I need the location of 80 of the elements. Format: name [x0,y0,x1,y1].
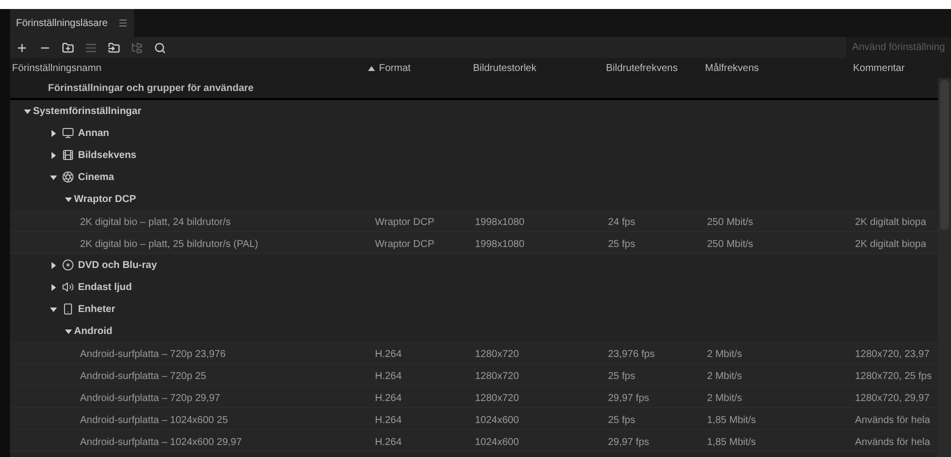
table-cell: H.264 [375,414,402,426]
column-header[interactable]: Målfrekvens [705,60,759,76]
table-cell: Används för hela [855,436,930,448]
table-cell: 1024x600 [475,414,519,426]
table-cell: 2K digitalt biopa [855,238,926,250]
table-cell: 1280x720, 25 fps [855,370,932,382]
folder-label[interactable]: Annan [78,126,110,140]
table-cell: 1280x720, 29,97 [855,392,930,404]
expanded-arrow-icon[interactable] [24,108,31,114]
group-label[interactable]: Förinställningar och grupper för användare [10,80,254,96]
preset-name[interactable]: Android-surfplatta – 720p 23,976 [80,348,226,360]
folder-label[interactable]: DVD och Blu-ray [78,258,157,272]
expanded-arrow-icon[interactable] [65,196,72,202]
new-folder-icon[interactable] [62,42,74,54]
table-cell: H.264 [375,370,402,382]
menu-icon[interactable] [118,18,128,28]
table-cell: Används för hela [855,414,930,426]
table-cell: 1024x600 [475,436,519,448]
folder-label[interactable]: Enheter [78,302,116,316]
preset-name[interactable]: Android-surfplatta – 720p 25 [80,370,206,382]
table-cell: 2 Mbit/s [707,348,742,360]
table-cell: Wraptor DCP [375,238,434,250]
table-cell: 23,976 fps [608,348,655,360]
expanded-arrow-icon[interactable] [50,306,57,312]
monitor-icon [62,127,74,139]
table-cell: 1280x720, 23,97 [855,348,930,360]
table-cell: 25 fps [608,238,636,250]
table-cell: 29,97 fps [608,392,650,404]
table-cell: 1280x720 [475,348,519,360]
table-cell: 2 Mbit/s [707,370,742,382]
preset-name[interactable]: Android-surfplatta – 1024x600 29,97 [80,436,242,448]
table-cell: 1998x1080 [475,238,524,250]
search-icon[interactable] [154,42,166,54]
table-cell: 2 Mbit/s [707,392,742,404]
table-cell: 1,85 Mbit/s [707,414,756,426]
panel-tab[interactable]: Förinställningsläsare [10,9,134,37]
phone-icon [62,303,74,315]
column-header[interactable]: Förinställningsnamn [12,60,102,76]
aperture-icon [62,171,74,183]
preset-name[interactable]: 2K digital bio – platt, 24 bildrutor/s [80,216,231,228]
folder-label[interactable]: Cinema [78,170,114,184]
table-cell: 1998x1080 [475,216,524,228]
table-cell: 25 fps [608,414,636,426]
table-cell: 2K digitalt biopa [855,216,926,228]
table-cell: Wraptor DCP [375,216,434,228]
column-header[interactable]: Format [379,60,411,76]
expanded-arrow-icon[interactable] [50,174,57,180]
film-icon [62,149,74,161]
expanded-arrow-icon[interactable] [65,328,72,334]
table-cell: 1,85 Mbit/s [707,436,756,448]
column-header[interactable]: Kommentar [853,60,905,76]
collapsed-arrow-icon[interactable] [50,262,57,268]
preset-name[interactable]: 2K digital bio – platt, 25 bildrutor/s (PAL) [80,238,258,250]
preset-name[interactable]: Android-surfplatta – 720p 29,97 [80,392,220,404]
folder-import-icon[interactable] [108,42,120,54]
folder-label[interactable]: Wraptor DCP [74,192,136,206]
collapsed-arrow-icon[interactable] [50,130,57,136]
collapsed-arrow-icon[interactable] [50,152,57,158]
collapsed-arrow-icon[interactable] [50,284,57,290]
preset-name[interactable]: Android-surfplatta – 1024x600 25 [80,414,228,426]
table-cell: 25 fps [608,370,636,382]
scrollbar[interactable] [938,58,951,457]
table-cell: 250 Mbit/s [707,216,754,228]
table-cell: H.264 [375,392,402,404]
disc-icon [62,259,74,271]
table-cell: H.264 [375,348,402,360]
table-cell: 250 Mbit/s [707,238,754,250]
folder-label[interactable]: Systemförinställningar [33,104,142,118]
speaker-icon [62,281,74,293]
add-icon[interactable] [16,42,28,54]
table-cell: H.264 [375,436,402,448]
table-cell: 29,97 fps [608,436,650,448]
column-header[interactable]: Bildrutefrekvens [606,60,678,76]
folder-label[interactable]: Android [74,324,112,338]
column-header[interactable]: Bildrutestorlek [473,60,536,76]
folder-label[interactable]: Bildsekvens [78,148,136,162]
table-cell: 1280x720 [475,392,519,404]
table-cell: 24 fps [608,216,636,228]
table-cell: 1280x720 [475,370,519,382]
folder-label[interactable]: Endast ljud [78,280,132,294]
